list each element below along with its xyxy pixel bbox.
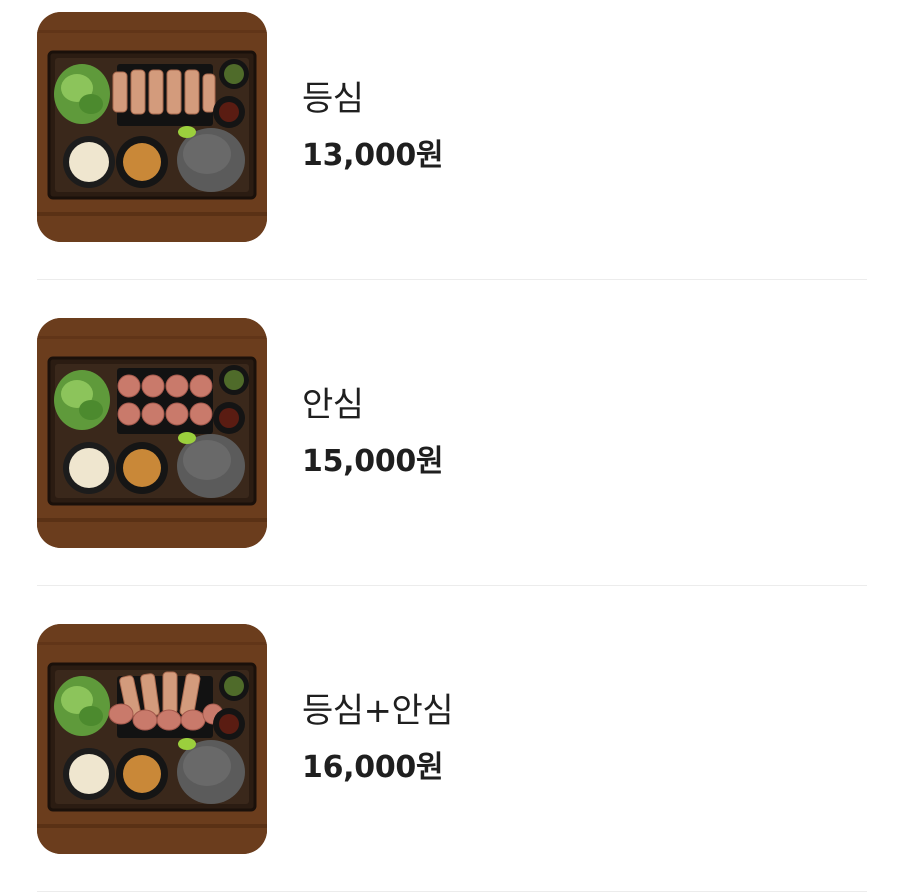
menu-list: 등심 13,000원 안심 15,000원 등심+안심 16,000원: [0, 0, 900, 896]
menu-item-photo: [37, 624, 267, 854]
menu-item-loin-tenderloin[interactable]: 등심+안심 16,000원: [0, 612, 900, 896]
menu-item-name: 등심+안심: [302, 691, 454, 731]
menu-item-price: 16,000원: [302, 750, 444, 785]
divider: [37, 585, 867, 586]
menu-item-photo: [37, 12, 267, 242]
menu-item-photo: [37, 318, 267, 548]
menu-item-name: 안심: [302, 385, 364, 425]
menu-item-price: 15,000원: [302, 444, 444, 479]
menu-item-price: 13,000원: [302, 138, 444, 173]
menu-item-name: 등심: [302, 79, 364, 119]
menu-item-tenderloin[interactable]: 안심 15,000원: [0, 306, 900, 612]
menu-item-loin[interactable]: 등심 13,000원: [0, 0, 900, 306]
divider: [37, 279, 867, 280]
divider: [37, 891, 867, 892]
